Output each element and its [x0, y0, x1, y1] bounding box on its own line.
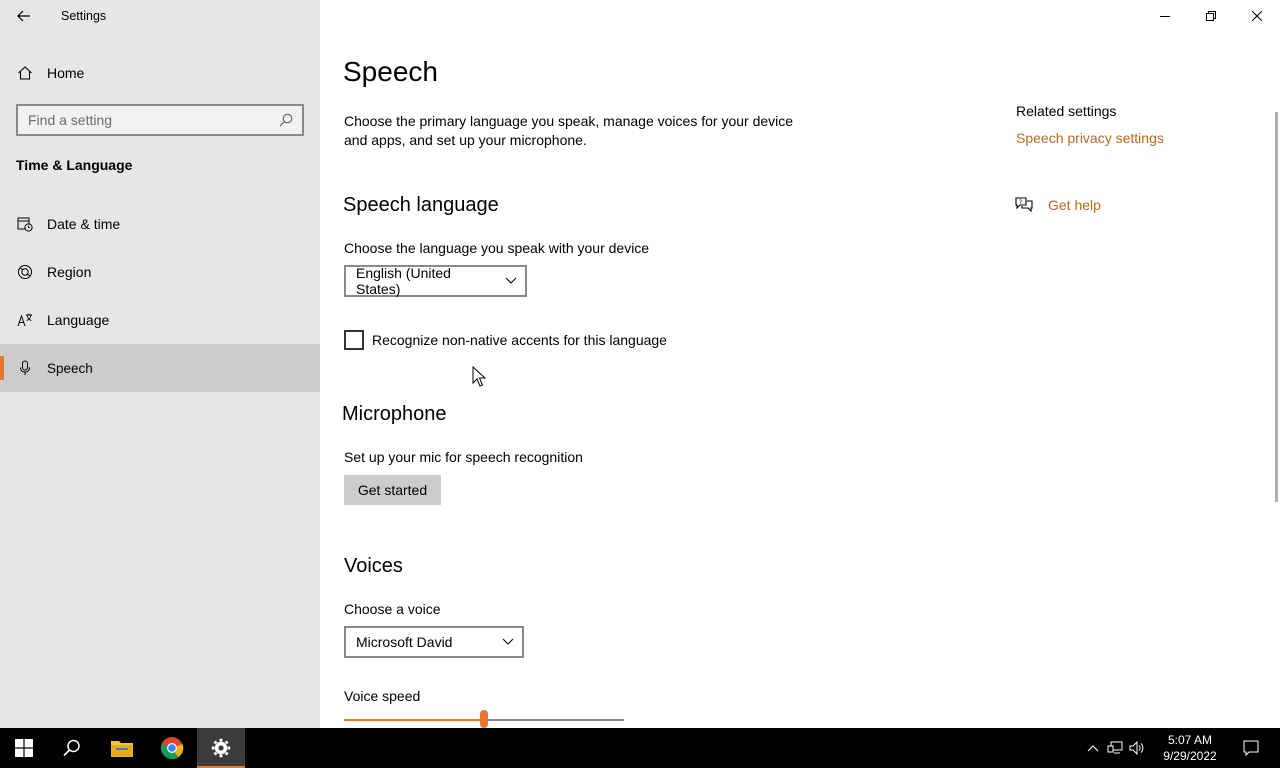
sidebar: Settings Home Time & Language Date & tim…: [0, 0, 320, 728]
get-started-button[interactable]: Get started: [344, 475, 441, 505]
restore-icon: [1206, 11, 1216, 21]
chevron-down-icon: [502, 638, 514, 646]
taskbar: 5:07 AM 9/29/2022: [0, 728, 1280, 768]
slider-track: [484, 719, 624, 721]
search-icon[interactable]: [274, 113, 298, 127]
chevron-down-icon: [505, 277, 517, 285]
svg-text:?: ?: [1019, 199, 1022, 206]
sidebar-item-label: Language: [47, 312, 110, 328]
speech-language-dropdown[interactable]: English (United States): [344, 265, 527, 297]
microphone-icon: [16, 359, 34, 377]
show-hidden-icons-button[interactable]: [1082, 728, 1104, 768]
sidebar-item-language[interactable]: Language: [0, 296, 320, 344]
language-icon: [16, 311, 34, 329]
voices-heading: Voices: [344, 555, 403, 577]
start-button[interactable]: [0, 728, 48, 768]
back-button[interactable]: [12, 5, 36, 27]
slider-thumb[interactable]: [480, 710, 488, 728]
search-input[interactable]: [18, 106, 274, 134]
minimize-button[interactable]: [1142, 0, 1188, 32]
window-controls: [1142, 0, 1280, 32]
page-description: Choose the primary language you speak, m…: [344, 113, 794, 148]
close-icon: [1252, 11, 1262, 21]
sidebar-item-speech[interactable]: Speech: [0, 344, 320, 392]
nav-list: Date & time Region Language Speech: [0, 200, 320, 392]
non-native-accents-option[interactable]: Recognize non-native accents for this la…: [344, 330, 667, 350]
clock-time: 5:07 AM: [1167, 733, 1213, 747]
settings-icon: [211, 738, 231, 758]
action-center-button[interactable]: [1228, 728, 1274, 768]
network-icon: [1107, 741, 1123, 754]
volume-icon: [1129, 741, 1144, 755]
minimize-icon: [1160, 16, 1170, 17]
get-help-row[interactable]: ? Get help: [1014, 196, 1101, 214]
microphone-label: Set up your mic for speech recognition: [344, 449, 583, 465]
system-tray: 5:07 AM 9/29/2022: [1082, 728, 1280, 768]
globe-icon: [16, 263, 34, 281]
volume-button[interactable]: [1126, 728, 1148, 768]
help-chat-icon: ?: [1014, 196, 1034, 214]
main-content: Speech Choose the primary language you s…: [320, 0, 1280, 728]
non-native-accents-label: Recognize non-native accents for this la…: [372, 332, 667, 348]
non-native-accents-checkbox[interactable]: [344, 330, 364, 350]
show-desktop-button[interactable]: [1274, 728, 1280, 768]
chrome-icon: [160, 737, 184, 760]
page-title: Speech: [343, 56, 438, 87]
file-explorer-icon: [111, 741, 133, 757]
microphone-heading: Microphone: [342, 403, 447, 425]
clock-date: 9/29/2022: [1163, 749, 1217, 763]
search-icon: [63, 739, 80, 757]
sidebar-item-label: Date & time: [47, 216, 121, 232]
home-icon: [16, 64, 34, 82]
notification-icon: [1243, 740, 1259, 756]
date-time-icon: [16, 215, 34, 233]
scrollbar[interactable]: [1275, 112, 1278, 502]
sidebar-item-region[interactable]: Region: [0, 248, 320, 296]
sidebar-item-label: Speech: [47, 360, 93, 376]
sidebar-item-date-time[interactable]: Date & time: [0, 200, 320, 248]
selected-indicator: [0, 356, 4, 380]
mouse-pointer-icon: [472, 366, 486, 387]
search-box[interactable]: [16, 104, 304, 136]
slider-track-fill: [344, 719, 484, 721]
speech-privacy-link[interactable]: Speech privacy settings: [1016, 130, 1164, 146]
file-explorer-button[interactable]: [98, 728, 146, 768]
voice-value: Microsoft David: [356, 634, 453, 650]
taskbar-search-button[interactable]: [48, 728, 96, 768]
nav-home[interactable]: Home: [0, 56, 320, 90]
home-label: Home: [47, 65, 85, 81]
voice-dropdown[interactable]: Microsoft David: [344, 626, 524, 658]
close-button[interactable]: [1234, 0, 1280, 32]
start-icon: [15, 739, 33, 757]
app-title: Settings: [61, 9, 107, 23]
voice-speed-slider[interactable]: [344, 710, 624, 728]
section-title: Time & Language: [16, 157, 133, 173]
voice-speed-label: Voice speed: [344, 688, 421, 704]
chevron-up-icon: [1087, 745, 1099, 752]
settings-taskbar-button[interactable]: [197, 728, 245, 768]
speech-language-value: English (United States): [356, 265, 451, 297]
taskbar-clock[interactable]: 5:07 AM 9/29/2022: [1152, 732, 1228, 764]
sidebar-item-label: Region: [47, 264, 92, 280]
choose-voice-label: Choose a voice: [344, 601, 441, 617]
speech-language-label: Choose the language you speak with your …: [344, 240, 650, 256]
get-help-link[interactable]: Get help: [1048, 197, 1101, 213]
speech-language-heading: Speech language: [343, 194, 499, 216]
network-button[interactable]: [1104, 728, 1126, 768]
restore-button[interactable]: [1188, 0, 1234, 32]
back-arrow-icon: [17, 10, 30, 22]
chrome-button[interactable]: [148, 728, 196, 768]
related-settings-title: Related settings: [1016, 103, 1117, 119]
